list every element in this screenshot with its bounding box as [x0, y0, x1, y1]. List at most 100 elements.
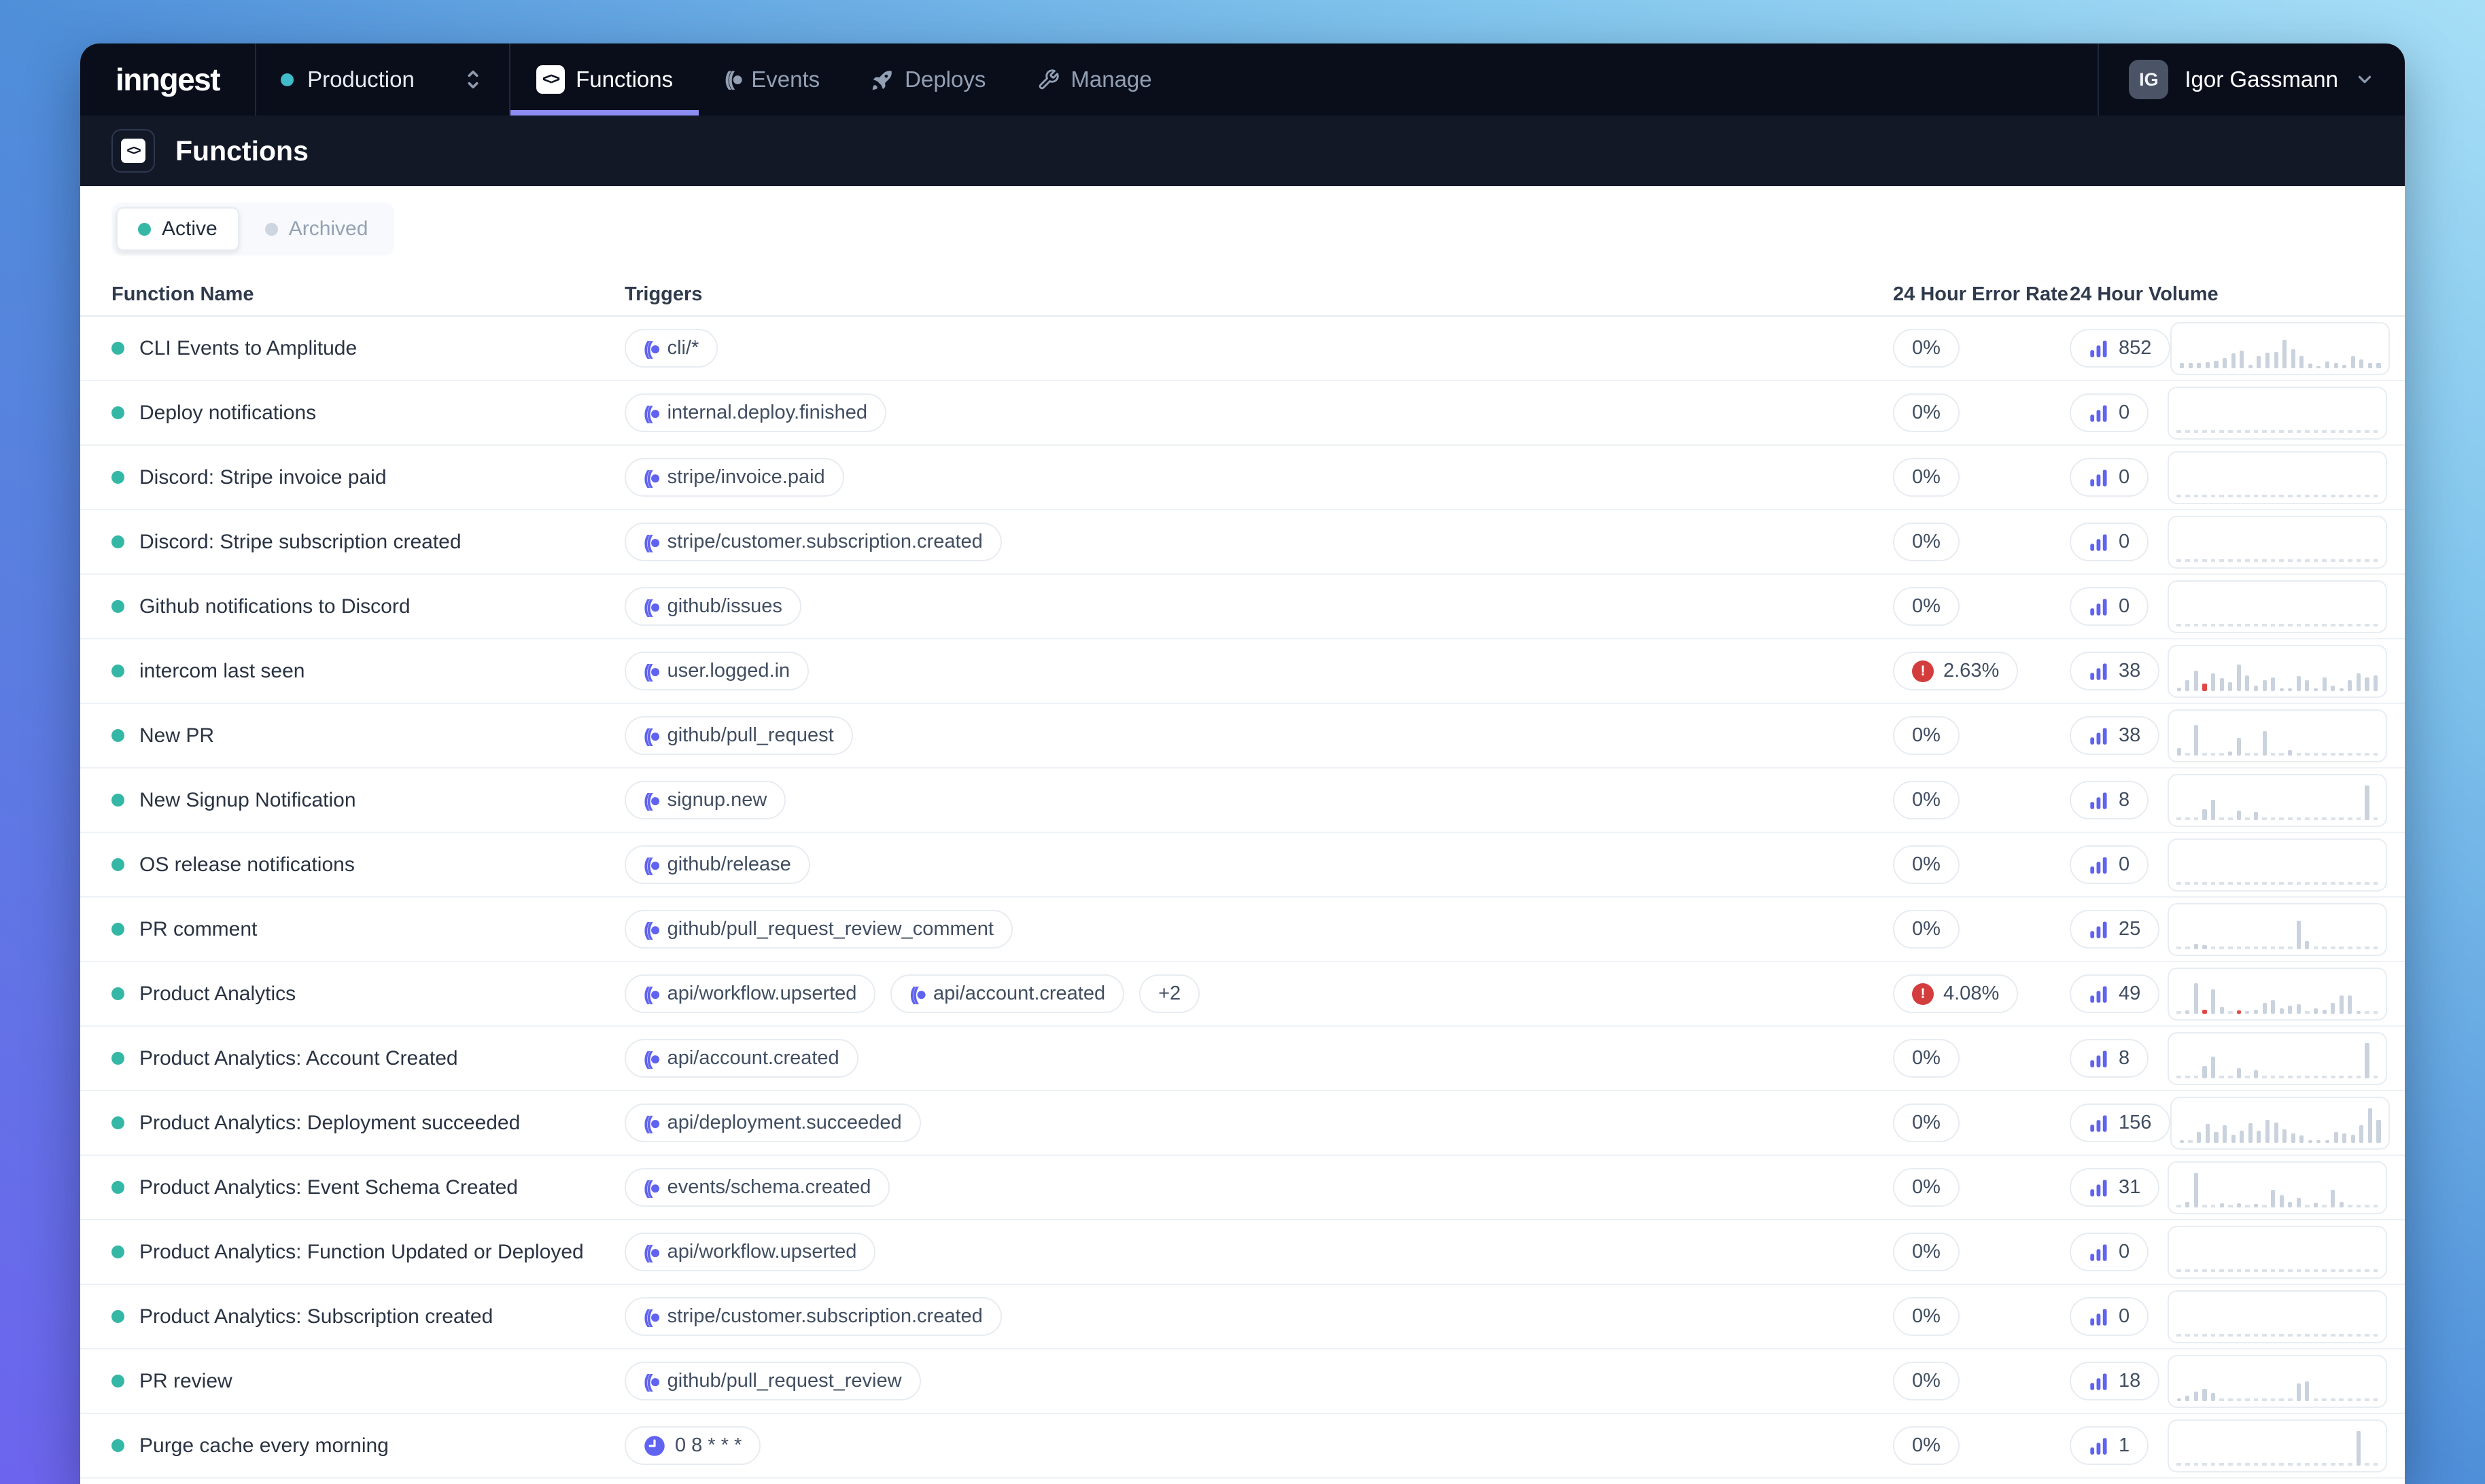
- sparkline-slot: [2236, 1233, 2242, 1272]
- sparkline-bar: [2211, 800, 2215, 820]
- sparkline-zero-dash: [2348, 817, 2352, 820]
- volume-sparkline: [2168, 774, 2387, 827]
- inngest-logo[interactable]: inngest: [80, 43, 255, 116]
- tab-functions[interactable]: <>Functions: [510, 43, 699, 116]
- tab-deploys[interactable]: Deploys: [846, 43, 1011, 116]
- sparkline-zero-dash: [2365, 495, 2369, 497]
- sparkline-zero-dash: [2339, 559, 2344, 562]
- sparkline-slot: [2245, 1298, 2251, 1337]
- sparkline-slot: [2210, 1362, 2216, 1401]
- sparkline-slot: [2185, 1298, 2191, 1337]
- table-row[interactable]: Product Analytics: Deployment succeeded …: [80, 1091, 2405, 1156]
- sparkline-zero-dash: [2331, 1463, 2335, 1466]
- table-row[interactable]: New Signup Notification ((●signup.new 0%…: [80, 768, 2405, 833]
- sparkline-slot: [2236, 1040, 2242, 1078]
- error-rate-badge: 0%: [1893, 1362, 1960, 1400]
- sparkline-slot: [2210, 975, 2216, 1014]
- table-row[interactable]: Product Analytics ((●api/workflow.upsert…: [80, 962, 2405, 1027]
- tab-events[interactable]: ((●Events: [699, 43, 846, 116]
- table-row[interactable]: Reset password email and reminder ((●pas…: [80, 1479, 2405, 1484]
- sparkline-slot: [2305, 975, 2310, 1014]
- sparkline-slot: [2253, 459, 2259, 497]
- sparkline-zero-dash: [2271, 624, 2276, 626]
- function-name-cell: PR comment: [111, 918, 625, 941]
- table-row[interactable]: intercom last seen ((●user.logged.in !2.…: [80, 639, 2405, 704]
- table-row[interactable]: OS release notifications ((●github/relea…: [80, 833, 2405, 898]
- table-row[interactable]: Product Analytics: Event Schema Created …: [80, 1156, 2405, 1220]
- trigger-badge: ((●events/schema.created: [625, 1168, 890, 1207]
- error-rate-value: 0%: [1912, 337, 1941, 359]
- sparkline-zero-dash: [2357, 882, 2361, 885]
- sparkline-slot: [2245, 459, 2251, 497]
- nav-spacer: [1178, 43, 2098, 116]
- sparkline-slot: [2313, 652, 2318, 691]
- error-rate-cell: 0%: [1893, 1233, 2070, 1271]
- sparkline-slot: [2210, 911, 2216, 949]
- sparkline-slot: [2305, 459, 2310, 497]
- table-row[interactable]: New PR ((●github/pull_request 0% 38: [80, 704, 2405, 768]
- sparkline-zero-dash: [2219, 753, 2224, 756]
- sparkline-zero-dash: [2365, 1334, 2369, 1337]
- sparkline-zero-dash: [2374, 1398, 2378, 1401]
- volume-sparkline: [2168, 1161, 2387, 1214]
- tab-label: Events: [751, 67, 820, 92]
- error-icon: !: [1912, 660, 1934, 682]
- sparkline-slot: [2193, 1233, 2199, 1272]
- sparkline-zero-dash: [2254, 947, 2259, 949]
- sparkline-zero-dash: [2322, 1398, 2327, 1401]
- sparkline-zero-dash: [2348, 1076, 2352, 1078]
- sparkline-zero-dash: [2288, 1398, 2293, 1401]
- trigger-badge: ((●internal.deploy.finished: [625, 393, 886, 432]
- sparkline-slot: [2330, 846, 2335, 885]
- sparkline-slot: [2193, 652, 2199, 691]
- sparkline-zero-dash: [2228, 495, 2233, 497]
- tab-label: Deploys: [905, 67, 986, 92]
- table-row[interactable]: Deploy notifications ((●internal.deploy.…: [80, 381, 2405, 446]
- table-row[interactable]: Purge cache every morning 0 8 * * * 0% 1: [80, 1414, 2405, 1479]
- volume-cell: 0: [2070, 580, 2387, 633]
- sparkline-slot: [2288, 394, 2293, 433]
- sparkline-zero-dash: [2288, 495, 2293, 497]
- sparkline-bar: [2180, 363, 2184, 368]
- table-row[interactable]: Product Analytics: Subscription created …: [80, 1285, 2405, 1349]
- sparkline-zero-dash: [2262, 882, 2267, 885]
- bar-chart-icon: [2089, 597, 2109, 617]
- table-row[interactable]: Product Analytics: Function Updated or D…: [80, 1220, 2405, 1285]
- sparkline-slot: [2210, 459, 2216, 497]
- filter-archived-button[interactable]: Archived: [243, 207, 390, 251]
- tab-manage[interactable]: Manage: [1011, 43, 1177, 116]
- table-row[interactable]: Github notifications to Discord ((●githu…: [80, 575, 2405, 639]
- function-name-cell: Product Analytics: Event Schema Created: [111, 1176, 625, 1199]
- sparkline-slot: [2322, 1169, 2327, 1207]
- workspace-selector[interactable]: Production: [256, 43, 509, 116]
- sparkline-zero-dash: [2288, 817, 2293, 820]
- table-row[interactable]: PR comment ((●github/pull_request_review…: [80, 898, 2405, 962]
- table-row[interactable]: PR review ((●github/pull_request_review …: [80, 1349, 2405, 1414]
- sparkline-slot: [2279, 523, 2284, 562]
- error-rate-badge: 0%: [1893, 458, 1960, 497]
- table-row[interactable]: Discord: Stripe subscription created ((●…: [80, 510, 2405, 575]
- sparkline-zero-dash: [2339, 817, 2344, 820]
- sparkline-bar: [2177, 1398, 2181, 1400]
- sparkline-slot: [2236, 588, 2242, 626]
- sparkline-slot: [2330, 459, 2335, 497]
- table-row[interactable]: CLI Events to Amplitude ((●cli/* 0% 852: [80, 317, 2405, 381]
- sparkline-zero-dash: [2219, 1334, 2224, 1337]
- sparkline-zero-dash: [2211, 753, 2216, 756]
- table-row[interactable]: Product Analytics: Account Created ((●ap…: [80, 1027, 2405, 1091]
- sparkline-bar: [2325, 1140, 2329, 1142]
- tab-label: Functions: [576, 67, 673, 92]
- user-menu[interactable]: IG Igor Gassmann: [2099, 43, 2405, 116]
- table-row[interactable]: Discord: Stripe invoice paid ((●stripe/i…: [80, 446, 2405, 510]
- sparkline-slot: [2291, 330, 2296, 368]
- sparkline-bar: [2189, 363, 2193, 368]
- filter-active-button[interactable]: Active: [116, 207, 239, 251]
- sparkline-slot: [2339, 1362, 2344, 1401]
- sparkline-zero-dash: [2297, 624, 2301, 626]
- error-rate-badge: 0%: [1893, 1168, 1960, 1207]
- sparkline-zero-dash: [2297, 430, 2301, 433]
- volume-sparkline: [2168, 387, 2387, 440]
- error-rate-value: 0%: [1912, 1434, 1941, 1457]
- sparkline-zero-dash: [2245, 430, 2250, 433]
- function-name-cell: Deploy notifications: [111, 402, 625, 425]
